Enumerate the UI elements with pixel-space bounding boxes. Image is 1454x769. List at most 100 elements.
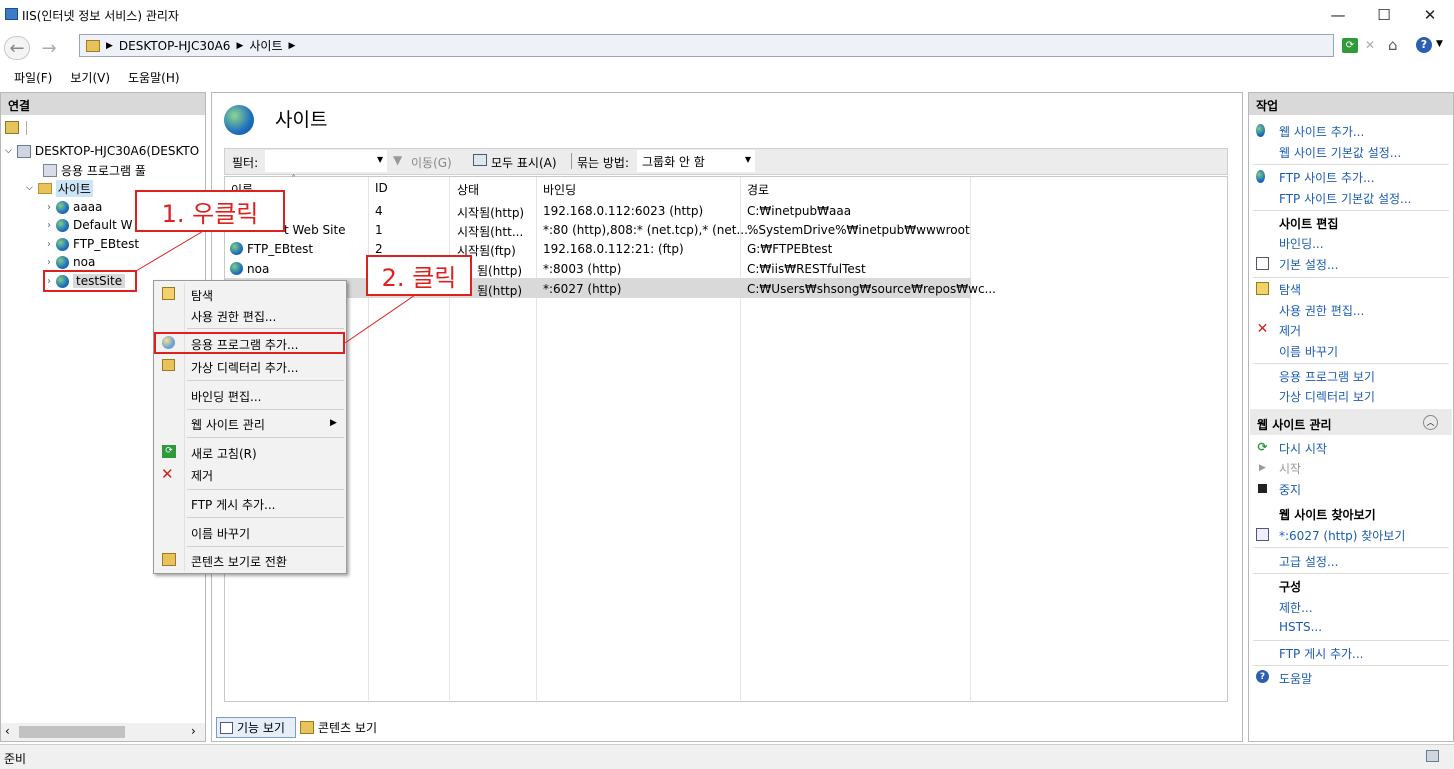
site-defaults-link[interactable]: 웹 사이트 기본값 설정... (1279, 144, 1401, 161)
scroll-thumb[interactable] (19, 726, 125, 738)
collapse-icon[interactable]: ︿ (1423, 415, 1438, 430)
stop-link[interactable]: 중지 (1279, 481, 1301, 498)
globe-icon (56, 237, 69, 251)
menu-item-explore[interactable]: 탐색 (191, 287, 213, 304)
chevron-right-icon: ▶ (106, 40, 113, 51)
restart-link[interactable]: 다시 시작 (1279, 440, 1327, 457)
show-all-button[interactable]: 모두 표시(A) (491, 154, 557, 171)
tree-site-default[interactable]: › Default W (47, 216, 133, 234)
menu-item-manage-site[interactable]: 웹 사이트 관리 (191, 416, 265, 433)
column-header-binding[interactable]: 바인딩 (543, 181, 576, 198)
ftp-defaults-link[interactable]: FTP 사이트 기본값 설정... (1279, 190, 1411, 207)
stop-icon (1256, 482, 1269, 495)
maximize-button[interactable]: ☐ (1361, 0, 1407, 30)
tree-site-ftp[interactable]: › FTP_EBtest (47, 235, 139, 253)
breadcrumb-sites[interactable]: 사이트 (249, 37, 282, 54)
chevron-right-icon[interactable]: › (47, 239, 51, 250)
rename-link[interactable]: 이름 바꾸기 (1279, 343, 1338, 360)
menu-item-refresh[interactable]: 새로 고침(R) (191, 445, 257, 462)
column-header-status[interactable]: 상태 (457, 181, 479, 198)
menu-item-edit-permissions[interactable]: 사용 권한 편집... (191, 308, 276, 325)
chevron-down-icon[interactable]: ⌵ (5, 146, 12, 156)
menu-item-add-virtual-directory[interactable]: 가상 디렉터리 추가... (191, 359, 298, 376)
divider (187, 517, 344, 518)
chevron-down-icon: ▼ (744, 155, 751, 164)
add-site-link[interactable]: 웹 사이트 추가... (1279, 123, 1364, 140)
sites-icon (224, 105, 254, 135)
menu-help[interactable]: 도움말(H) (128, 69, 180, 86)
app-pool-icon (43, 163, 57, 177)
advanced-settings-link[interactable]: 고급 설정... (1279, 553, 1338, 570)
chevron-right-icon[interactable]: › (47, 202, 51, 213)
highlight-box-add-application (154, 332, 345, 354)
help-dropdown-icon[interactable]: ▼ (1436, 39, 1443, 49)
remove-link[interactable]: 제거 (1279, 322, 1301, 339)
column-header-id[interactable]: ID (375, 181, 388, 195)
group-by-select[interactable]: 그룹화 안 함 ▼ (637, 150, 755, 172)
context-menu: 탐색 사용 권한 편집... 응용 프로그램 추가... 가상 디렉터리 추가.… (153, 280, 347, 574)
menu-item-rename[interactable]: 이름 바꾸기 (191, 525, 250, 542)
chevron-right-icon[interactable]: › (47, 220, 51, 231)
connect-icon[interactable] (5, 121, 19, 134)
ftp-publish-link[interactable]: FTP 게시 추가... (1279, 645, 1364, 662)
show-all-icon[interactable] (473, 154, 487, 166)
tree-sites[interactable]: ⌵ 사이트 (26, 179, 93, 197)
app-icon (5, 8, 18, 20)
cell-name: FTP_EBtest (247, 242, 314, 256)
menu-item-switch-content-view[interactable]: 콘텐츠 보기로 전환 (191, 553, 287, 570)
view-vdirs-link[interactable]: 가상 디렉터리 보기 (1279, 388, 1375, 405)
edit-permissions-link[interactable]: 사용 권한 편집... (1279, 302, 1364, 319)
chevron-down-icon[interactable]: ⌵ (26, 183, 33, 193)
start-link: 시작 (1279, 462, 1302, 476)
scroll-right-icon[interactable]: › (191, 724, 196, 738)
actions-header: 작업 (1249, 93, 1453, 115)
browse-link[interactable]: *:6027 (http) 찾아보기 (1279, 527, 1405, 544)
help-link[interactable]: 도움말 (1279, 670, 1312, 687)
back-button[interactable]: ← (4, 36, 30, 60)
features-view-tab[interactable]: 기능 보기 (216, 717, 296, 738)
content-view-tab[interactable]: 콘텐츠 보기 (300, 717, 390, 738)
refresh-icon: ⟳ (162, 445, 176, 458)
minimize-button[interactable]: — (1315, 0, 1361, 30)
stop-icon[interactable]: ✕ (1365, 38, 1380, 53)
limits-link[interactable]: 제한... (1279, 599, 1313, 616)
bindings-link[interactable]: 바인딩... (1279, 235, 1324, 252)
features-view-icon (220, 721, 233, 734)
menu-file[interactable]: 파일(F) (14, 69, 52, 86)
add-ftp-link[interactable]: FTP 사이트 추가... (1279, 169, 1375, 186)
scroll-left-icon[interactable]: ‹ (5, 724, 10, 738)
cell-binding: *:80 (http),808:* (net.tcp),* (net.... (543, 223, 752, 237)
menu-view[interactable]: 보기(V) (70, 69, 110, 86)
basic-settings-link[interactable]: 기본 설정... (1279, 256, 1338, 273)
divider (187, 328, 344, 329)
cell-id: 1 (375, 223, 383, 237)
menu-item-remove[interactable]: 제거 (191, 467, 213, 484)
column-header-path[interactable]: 경로 (747, 181, 769, 198)
address-breadcrumb[interactable]: ▶ DESKTOP-HJC30A6 ▶ 사이트 ▶ (79, 34, 1334, 57)
filter-dropdown-icon[interactable]: ▼ (377, 155, 383, 164)
forward-button[interactable]: → (36, 36, 62, 60)
tree-app-pools[interactable]: 응용 프로그램 풀 (43, 161, 146, 179)
horizontal-scrollbar[interactable]: ‹ › (1, 723, 205, 741)
hsts-link[interactable]: HSTS... (1279, 620, 1322, 634)
home-icon[interactable]: ⌂ (1388, 36, 1398, 54)
help-icon[interactable]: ? (1416, 37, 1432, 53)
table-row[interactable]: 4 시작됨(http) 192.168.0.112:6023 (http) C:… (225, 201, 1227, 220)
view-apps-link[interactable]: 응용 프로그램 보기 (1279, 368, 1375, 385)
group-by-label: 묶는 방법: (577, 156, 630, 170)
refresh-icon[interactable]: ⟳ (1342, 38, 1358, 53)
breadcrumb-server[interactable]: DESKTOP-HJC30A6 (119, 39, 231, 53)
table-row[interactable]: t Web Site 1 시작됨(htt... *:80 (http),808:… (225, 220, 1227, 239)
menu-item-add-ftp-publishing[interactable]: FTP 게시 추가... (191, 496, 276, 513)
tree-server[interactable]: ⌵ DESKTOP-HJC30A6(DESKTO (5, 142, 199, 160)
explore-link[interactable]: 탐색 (1279, 281, 1301, 298)
filter-input[interactable] (265, 150, 387, 172)
go-button[interactable]: 이동(G) (411, 154, 452, 171)
close-button[interactable]: ✕ (1407, 0, 1453, 30)
tree-site-noa[interactable]: › noa (47, 253, 95, 271)
menu-item-edit-bindings[interactable]: 바인딩 편집... (191, 388, 261, 405)
go-icon[interactable]: ▼ (393, 153, 402, 167)
cell-binding: 192.168.0.112:21: (ftp) (543, 242, 684, 256)
tree-site-aaaa[interactable]: › aaaa (47, 198, 102, 216)
chevron-right-icon[interactable]: › (47, 257, 51, 268)
